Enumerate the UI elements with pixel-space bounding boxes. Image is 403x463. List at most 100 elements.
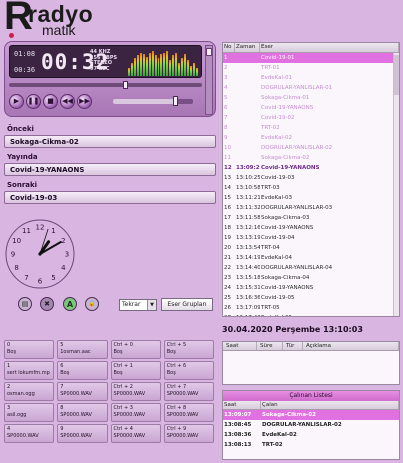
playlist-row[interactable]: 18 13:12:16 Covid-19-YANAONS bbox=[223, 223, 399, 233]
hotkey-slot[interactable]: 0 Boş bbox=[4, 340, 55, 359]
hotkey-slot[interactable]: 8 SP0000.WAV bbox=[57, 403, 108, 422]
hotkey-slot[interactable]: 6 Boş bbox=[57, 361, 108, 380]
col-sched-time[interactable]: Saat bbox=[223, 342, 257, 350]
hotkey-slot[interactable]: 3 asil.ogg bbox=[4, 403, 55, 422]
playlist-row[interactable]: 16 13:11:32 DOGRULAR-YANLISLAR-03 bbox=[223, 203, 399, 213]
played-row[interactable]: 13:08:36 EvdeKal-02 bbox=[223, 430, 399, 440]
playlist-cell-no: 12 bbox=[224, 165, 232, 171]
pause-icon[interactable]: ❚❚ bbox=[26, 94, 41, 109]
col-sched-desc[interactable]: Açıklama bbox=[303, 342, 399, 350]
play-icon[interactable]: ▶ bbox=[9, 94, 24, 109]
playlist-cell-no: 2 bbox=[224, 65, 228, 71]
seek-bar[interactable] bbox=[9, 83, 202, 87]
hotkey-slot[interactable]: 9 SP0000.WAV bbox=[57, 424, 108, 443]
playlist-scroll-thumb[interactable] bbox=[394, 55, 399, 95]
playlist-cell-ser: Sokaga-Cikma-04 bbox=[261, 275, 310, 281]
player-vertical-slider[interactable] bbox=[205, 45, 213, 115]
volume-knob[interactable] bbox=[173, 96, 179, 106]
vu-bar bbox=[154, 55, 157, 76]
playlist-row[interactable]: 3 EvdeKal-01 bbox=[223, 73, 399, 83]
seek-knob[interactable] bbox=[122, 81, 128, 89]
hotkey-slot[interactable]: Ctrl + 3 SP0000.WAV bbox=[110, 403, 161, 422]
playlist-cell-time: 13:10:25 bbox=[236, 175, 260, 181]
played-row[interactable]: 13:08:45 DOGRULAR-YANLISLAR-02 bbox=[223, 420, 399, 430]
playlist-row[interactable]: 14 13:10:58 TRT-03 bbox=[223, 183, 399, 193]
playlist-row[interactable]: 24 13:15:31 Covid-19-YANAONS bbox=[223, 283, 399, 293]
playlist-row[interactable]: 5 Sokaga-Cikma-01 bbox=[223, 93, 399, 103]
col-sched-type[interactable]: Tür bbox=[283, 342, 303, 350]
hotkey-slot[interactable]: Ctrl + 8 SP0000.WAV bbox=[163, 403, 214, 422]
playlist-row[interactable]: 20 13:13:54 TRT-04 bbox=[223, 243, 399, 253]
forward-icon[interactable]: ▶▶ bbox=[77, 94, 92, 109]
playlist-row[interactable]: 22 13:14:40 DOGRULAR-YANLISLAR-04 bbox=[223, 263, 399, 273]
hotkey-slot[interactable]: 1 sert lokumfm.mp bbox=[4, 361, 55, 380]
col-track[interactable]: Eser bbox=[260, 43, 399, 52]
col-sched-duration[interactable]: Süre bbox=[257, 342, 283, 350]
playlist-row[interactable]: 21 13:14:19 EvdeKal-04 bbox=[223, 253, 399, 263]
clock-number: 8 bbox=[14, 264, 18, 272]
hotkey-slot[interactable]: 7 SP0000.WAV bbox=[57, 382, 108, 401]
rewind-icon[interactable]: ◀◀ bbox=[60, 94, 75, 109]
hotkey-slot[interactable]: 5 1osman.aac bbox=[57, 340, 108, 359]
playlist-row[interactable]: 11 Sokaga-Cikma-02 bbox=[223, 153, 399, 163]
playlist-row[interactable]: 12 13:09:28Covid-19-YANAONS bbox=[223, 163, 399, 173]
vu-bar bbox=[142, 53, 145, 76]
playlist-row[interactable]: 15 13:11:21 EvdeKal-03 bbox=[223, 193, 399, 203]
playlist-row[interactable]: 2 TRT-01 bbox=[223, 63, 399, 73]
previous-track: Sokaga-Cikma-02 bbox=[4, 135, 216, 148]
hotkey-file: SP0000.WAV bbox=[60, 391, 92, 397]
song-groups-button[interactable]: Eser Grupları bbox=[161, 298, 213, 311]
hotkey-key: 0 bbox=[7, 342, 11, 348]
playlist-row[interactable]: 23 13:15:18 Sokaga-Cikma-04 bbox=[223, 273, 399, 283]
lock-icon[interactable]: 🔒 bbox=[85, 297, 99, 311]
hotkey-slot[interactable]: Ctrl + 0 Boş bbox=[110, 340, 161, 359]
chevron-down-icon[interactable]: ▼ bbox=[147, 300, 156, 310]
playlist-cell-no: 11 bbox=[224, 155, 231, 161]
hotkey-key: 9 bbox=[60, 426, 64, 432]
playlist-row[interactable]: 6 Covid-19-YANAONS bbox=[223, 103, 399, 113]
hotkey-key: Ctrl + 2 bbox=[113, 384, 133, 390]
hotkey-slot[interactable]: 2 osman.ogg bbox=[4, 382, 55, 401]
hotkey-slot[interactable]: Ctrl + 4 SP0000.WAV bbox=[110, 424, 161, 443]
playlist-row[interactable]: 7 Covid-19-02 bbox=[223, 113, 399, 123]
col-no[interactable]: No bbox=[223, 43, 235, 52]
playlist-cell-no: 8 bbox=[224, 125, 228, 131]
mode-select[interactable]: Tekrar ▼ bbox=[119, 299, 157, 311]
playlist-row[interactable]: 10 DOGRULAR-YANLISLAR-02 bbox=[223, 143, 399, 153]
playlist-row[interactable]: 4 DOGRULAR-YANLISLAR-01 bbox=[223, 83, 399, 93]
col-time[interactable]: Zaman bbox=[235, 43, 260, 52]
a-glyph: A bbox=[66, 299, 74, 309]
logo-dot bbox=[9, 33, 14, 38]
playlist-cell-ser: Sokaga-Cikma-01 bbox=[261, 95, 310, 101]
col-played-track[interactable]: Çalan bbox=[261, 401, 399, 409]
hotkey-slot[interactable]: Ctrl + 9 SP0000.WAV bbox=[163, 424, 214, 443]
hotkey-slot[interactable]: Ctrl + 6 Boş bbox=[163, 361, 214, 380]
playlist-row[interactable]: 2713:17:43EvdeKal-05 bbox=[223, 313, 399, 316]
hotkey-slot[interactable]: Ctrl + 1 Boş bbox=[110, 361, 161, 380]
document-icon[interactable]: ▤ bbox=[18, 297, 32, 311]
playlist-row[interactable]: 13 13:10:25 Covid-19-03 bbox=[223, 173, 399, 183]
playlist-cell-ser: Covid-19-YANAONS bbox=[261, 225, 314, 231]
hotkey-slot[interactable]: Ctrl + 7 SP0000.WAV bbox=[163, 382, 214, 401]
a-icon[interactable]: A bbox=[63, 297, 77, 311]
tools-icon[interactable]: ✖ bbox=[40, 297, 54, 311]
hotkey-slot[interactable]: Ctrl + 5 Boş bbox=[163, 340, 214, 359]
volume-slider[interactable] bbox=[113, 99, 193, 104]
playlist-cell-time: 13:09:28 bbox=[236, 165, 260, 171]
slider-thumb[interactable] bbox=[206, 48, 212, 56]
playlist-row[interactable]: 1 Covid-19-01 bbox=[223, 53, 399, 63]
played-row[interactable]: 13:08:13 TRT-02 bbox=[223, 440, 399, 450]
playlist-row[interactable]: 17 13:11:58 Sokaga-Cikma-03 bbox=[223, 213, 399, 223]
playlist-row[interactable]: 25 13:16:36 Covid-19-05 bbox=[223, 293, 399, 303]
playlist-row[interactable]: 8 TRT-02 bbox=[223, 123, 399, 133]
stop-icon[interactable]: ■ bbox=[43, 94, 58, 109]
played-row[interactable]: 13:09:07 Sokaga-Cikma-02 bbox=[223, 410, 399, 420]
playlist-row[interactable]: 9 EvdeKal-02 bbox=[223, 133, 399, 143]
hotkey-slot[interactable]: Ctrl + 2 SP0000.WAV bbox=[110, 382, 161, 401]
playlist-row[interactable]: 19 13:13:19 Covid-19-04 bbox=[223, 233, 399, 243]
playlist-cell-no: 20 bbox=[224, 245, 231, 251]
col-played-time[interactable]: Saat bbox=[223, 401, 261, 409]
playlist-scrollbar[interactable] bbox=[393, 53, 399, 316]
hotkey-slot[interactable]: 4 SP0000.WAV bbox=[4, 424, 55, 443]
playlist-row[interactable]: 26 13:17:09 TRT-05 bbox=[223, 303, 399, 313]
